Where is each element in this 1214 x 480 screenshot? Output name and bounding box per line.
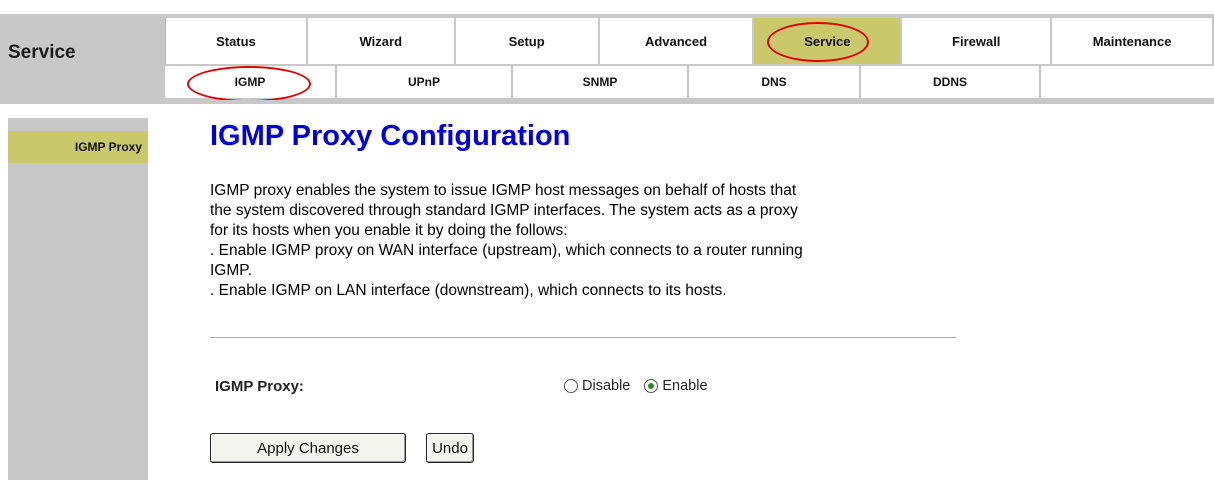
description-line: . Enable IGMP on LAN interface (downstre… xyxy=(210,282,727,299)
tab-firewall[interactable]: Firewall xyxy=(902,18,1053,64)
igmp-proxy-label: IGMP Proxy: xyxy=(215,378,304,395)
header: Service Status Wizard Setup Advanced Ser… xyxy=(0,0,1214,118)
radio-disable[interactable] xyxy=(564,379,578,393)
subtab-dns[interactable]: DNS xyxy=(689,66,861,98)
main-nav: Status Wizard Setup Advanced Service Fir… xyxy=(165,18,1214,64)
undo-button[interactable]: Undo xyxy=(426,433,474,463)
subtab-snmp[interactable]: SNMP xyxy=(513,66,689,98)
section-label: Service xyxy=(8,42,76,63)
sub-nav: IGMP UPnP SNMP DNS DDNS xyxy=(165,66,1214,102)
subtab-upnp[interactable]: UPnP xyxy=(337,66,513,98)
radio-enable[interactable] xyxy=(644,379,659,393)
sidebar-item-igmp-proxy[interactable]: IGMP Proxy xyxy=(8,131,148,163)
sidebar: IGMP Proxy xyxy=(8,118,148,480)
description-line: IGMP proxy enables the system to issue I… xyxy=(210,182,797,199)
subtab-igmp[interactable]: IGMP xyxy=(165,66,337,102)
header-divider xyxy=(0,100,1214,104)
apply-changes-button[interactable]: Apply Changes xyxy=(210,433,406,463)
radio-checked-dot xyxy=(648,383,655,389)
tab-service[interactable]: Service xyxy=(754,18,903,64)
subtab-ddns[interactable]: DDNS xyxy=(861,66,1041,98)
description-line: the system discovered through standard I… xyxy=(210,202,798,219)
page-title: IGMP Proxy Configuration xyxy=(210,120,571,152)
description: IGMP proxy enables the system to issue I… xyxy=(210,181,970,301)
radio-enable-label[interactable]: Enable xyxy=(662,378,707,394)
radio-disable-label[interactable]: Disable xyxy=(582,378,630,394)
tab-advanced[interactable]: Advanced xyxy=(599,18,755,64)
tab-status[interactable]: Status xyxy=(166,18,308,64)
tab-maintenance[interactable]: Maintenance xyxy=(1052,18,1214,64)
description-line: for its hosts when you enable it by doin… xyxy=(210,222,568,239)
subtab-empty xyxy=(1041,66,1214,98)
divider xyxy=(210,337,956,338)
description-line: IGMP. xyxy=(210,262,252,279)
tab-setup[interactable]: Setup xyxy=(455,18,600,64)
tab-wizard[interactable]: Wizard xyxy=(307,18,456,64)
description-line: . Enable IGMP proxy on WAN interface (up… xyxy=(210,242,803,259)
igmp-proxy-radio-group: Disable Enable xyxy=(564,378,722,394)
